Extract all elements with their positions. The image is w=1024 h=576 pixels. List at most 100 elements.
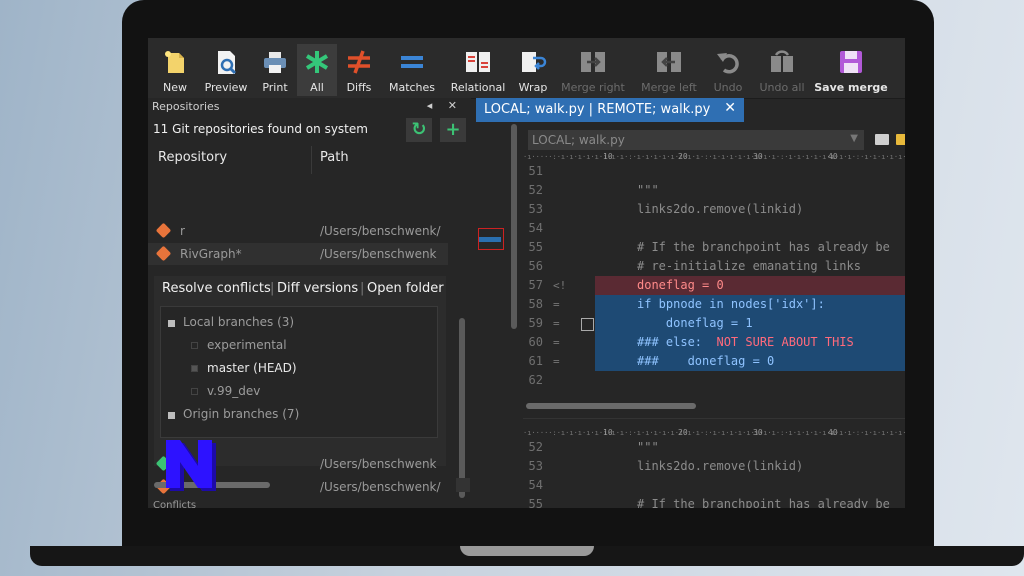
open-folder-icon[interactable]	[896, 134, 905, 145]
close-icon[interactable]: ✕	[724, 100, 736, 116]
repository-path: /Users/benschwenk/	[320, 224, 441, 238]
refresh-button[interactable]: ↻	[406, 118, 432, 142]
matches-label: Matches	[388, 81, 436, 94]
file-path-combo[interactable]: LOCAL; walk.py ▼	[528, 130, 864, 150]
column-header-repository[interactable]: Repository	[158, 150, 227, 165]
diff-marker: =	[553, 298, 560, 311]
preview-button[interactable]: Preview	[200, 44, 252, 96]
repositories-pane: Repositories ◂ ✕ 11 Git repositories fou…	[148, 98, 471, 508]
asterisk-icon	[305, 51, 329, 73]
expand-icon[interactable]	[168, 412, 175, 419]
line-text: """	[637, 440, 659, 454]
collapse-icon[interactable]	[168, 320, 175, 327]
editor-horizontal-scrollbar[interactable]	[526, 403, 696, 409]
vertical-scrollbar[interactable]	[459, 318, 465, 498]
line-number: 55	[528, 240, 543, 254]
undo-button[interactable]: Undo	[706, 44, 750, 96]
folder-icon[interactable]	[875, 134, 889, 145]
local-branches-node[interactable]: Local branches (3)	[183, 315, 294, 329]
line-text: # If the branchpoint has already be	[637, 497, 890, 508]
matches-button[interactable]: Matches	[382, 44, 442, 96]
line-number: 53	[528, 459, 543, 473]
line-text: # re-initialize emanating links	[637, 259, 861, 273]
diff-marker: =	[553, 317, 560, 330]
branch-item-current[interactable]: master (HEAD)	[207, 361, 297, 375]
wrap-button[interactable]: Wrap	[514, 44, 552, 96]
undo-icon	[717, 53, 739, 74]
diff-overview-change	[479, 237, 501, 242]
origin-branches-node[interactable]: Origin branches (7)	[183, 407, 299, 421]
merge-left-icon	[657, 52, 681, 72]
diffs-label: Diffs	[346, 81, 372, 94]
line-number: 56	[528, 259, 543, 273]
merge-right-icon	[581, 52, 605, 72]
merge-right-button[interactable]: Merge right	[556, 44, 630, 96]
column-header-path[interactable]: Path	[320, 150, 349, 165]
undo-all-label: Undo all	[759, 81, 805, 94]
ruler-number: 40	[828, 152, 838, 161]
branch-icon	[191, 365, 198, 372]
merge-left-button[interactable]: Merge left	[634, 44, 704, 96]
ruler-number: 30	[753, 152, 763, 161]
branch-item[interactable]: experimental	[207, 338, 287, 352]
undo-all-button[interactable]: Undo all	[752, 44, 812, 96]
code-line: 54	[523, 219, 905, 238]
merge-left-label: Merge left	[641, 81, 697, 94]
tab-label: LOCAL; walk.py | REMOTE; walk.py	[484, 102, 711, 117]
overview-gutter[interactable]	[474, 122, 504, 508]
line-text: doneflag = 1	[637, 316, 753, 330]
repositories-found-text: 11 Git repositories found on system	[153, 122, 368, 136]
equal-icon	[401, 56, 423, 68]
diff-versions-link[interactable]: Diff versions	[277, 281, 358, 296]
plus-icon: +	[445, 119, 461, 140]
relational-button[interactable]: Relational	[445, 44, 511, 96]
line-code: ### else:	[637, 335, 717, 349]
relational-label: Relational	[450, 81, 506, 94]
relational-icon	[466, 52, 490, 72]
preview-icon	[218, 51, 237, 75]
app-window: New Preview Print All Diffs Matches Rela…	[148, 38, 905, 508]
line-number: 61	[528, 354, 543, 368]
line-text: """	[637, 183, 659, 197]
pane-controls[interactable]: ◂ ✕	[427, 99, 463, 112]
column-divider[interactable]	[311, 146, 312, 174]
merge-checkbox[interactable]	[581, 318, 594, 331]
repository-row[interactable]: r /Users/benschwenk/	[148, 220, 448, 242]
code-line: 51	[523, 162, 905, 181]
line-number: 51	[528, 164, 543, 178]
diffs-button[interactable]: Diffs	[339, 44, 379, 96]
open-folder-link[interactable]: Open folder	[367, 281, 444, 296]
code-line: 56 # re-initialize emanating links	[523, 257, 905, 276]
code-line-deleted: 57 <! doneflag = 0	[523, 276, 905, 295]
branch-tree: Local branches (3) experimental master (…	[160, 306, 438, 438]
refresh-icon: ↻	[411, 119, 427, 140]
code-line: 55 # If the branchpoint has already be	[523, 238, 905, 257]
editor-vertical-scrollbar[interactable]	[511, 124, 517, 329]
add-repository-button[interactable]: +	[440, 118, 466, 142]
new-button[interactable]: New	[152, 44, 198, 96]
action-separator: |	[270, 281, 275, 296]
ruler-number: 20	[678, 152, 688, 161]
code-line: 53 links2do.remove(linkid)	[523, 457, 905, 476]
resolve-conflicts-link[interactable]: Resolve conflicts	[162, 281, 271, 296]
preview-label: Preview	[204, 81, 248, 94]
chevron-down-icon: ▼	[850, 133, 858, 144]
code-line: 53 links2do.remove(linkid)	[523, 200, 905, 219]
pane-divider[interactable]	[523, 418, 905, 419]
all-label: All	[310, 81, 324, 94]
line-number: 52	[528, 440, 543, 454]
wrap-icon	[522, 52, 547, 72]
conflicts-pane-title: Conflicts	[153, 500, 197, 508]
line-number: 57	[528, 278, 543, 292]
branch-item[interactable]: v.99_dev	[207, 384, 260, 398]
print-button[interactable]: Print	[254, 44, 296, 96]
repository-row-selected[interactable]: RivGraph* /Users/benschwenk	[148, 243, 448, 265]
all-button[interactable]: All	[297, 44, 337, 96]
code-line: 52 """	[523, 438, 905, 457]
save-merge-label: Save merge	[814, 81, 888, 94]
pane-title: Repositories	[152, 100, 220, 113]
save-merge-button[interactable]: Save merge	[814, 44, 888, 96]
code-line-changed: 61 = ### doneflag = 0	[523, 352, 905, 371]
line-text: ### doneflag = 0	[637, 354, 775, 368]
tab-file-comparison[interactable]: LOCAL; walk.py | REMOTE; walk.py ✕	[476, 98, 744, 122]
